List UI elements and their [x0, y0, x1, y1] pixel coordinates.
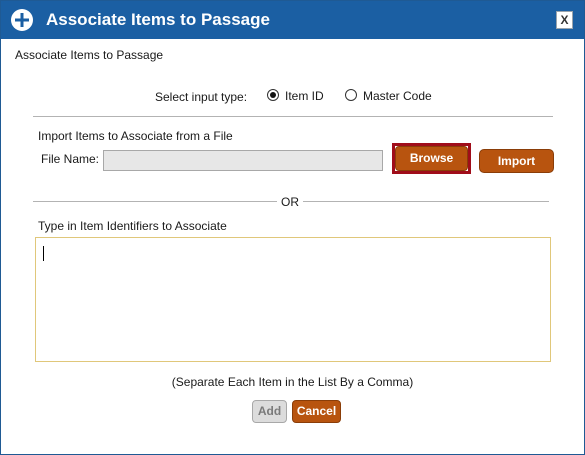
master-code-radio-label[interactable]: Master Code	[363, 89, 432, 103]
file-name-field[interactable]	[103, 150, 383, 171]
separator-hint: (Separate Each Item in the List By a Com…	[171, 375, 414, 389]
dialog-subtitle: Associate Items to Passage	[15, 48, 164, 62]
browse-button[interactable]: Browse	[395, 146, 468, 171]
import-button[interactable]: Import	[479, 149, 554, 173]
input-type-label: Select input type:	[155, 90, 248, 104]
manual-section-label: Type in Item Identifiers to Associate	[38, 219, 227, 233]
text-caret	[43, 246, 44, 261]
item-id-radio-label[interactable]: Item ID	[285, 89, 324, 103]
add-button[interactable]: Add	[252, 400, 287, 423]
or-separator: OR	[281, 195, 299, 209]
dialog-title: Associate Items to Passage	[46, 10, 270, 29]
item-id-radio[interactable]	[267, 89, 279, 101]
add-circle-icon	[11, 9, 33, 31]
item-identifiers-textarea[interactable]	[35, 237, 551, 362]
divider	[33, 116, 553, 117]
master-code-radio[interactable]	[345, 89, 357, 101]
or-divider-right	[303, 201, 549, 202]
dialog-titlebar: Associate Items to Passage X	[1, 1, 584, 39]
file-name-label: File Name:	[41, 152, 100, 166]
associate-items-dialog: Associate Items to Passage X Associate I…	[0, 0, 585, 455]
or-divider-left	[33, 201, 277, 202]
import-section-label: Import Items to Associate from a File	[38, 129, 233, 143]
close-button[interactable]: X	[556, 11, 573, 29]
cancel-button[interactable]: Cancel	[292, 400, 341, 423]
